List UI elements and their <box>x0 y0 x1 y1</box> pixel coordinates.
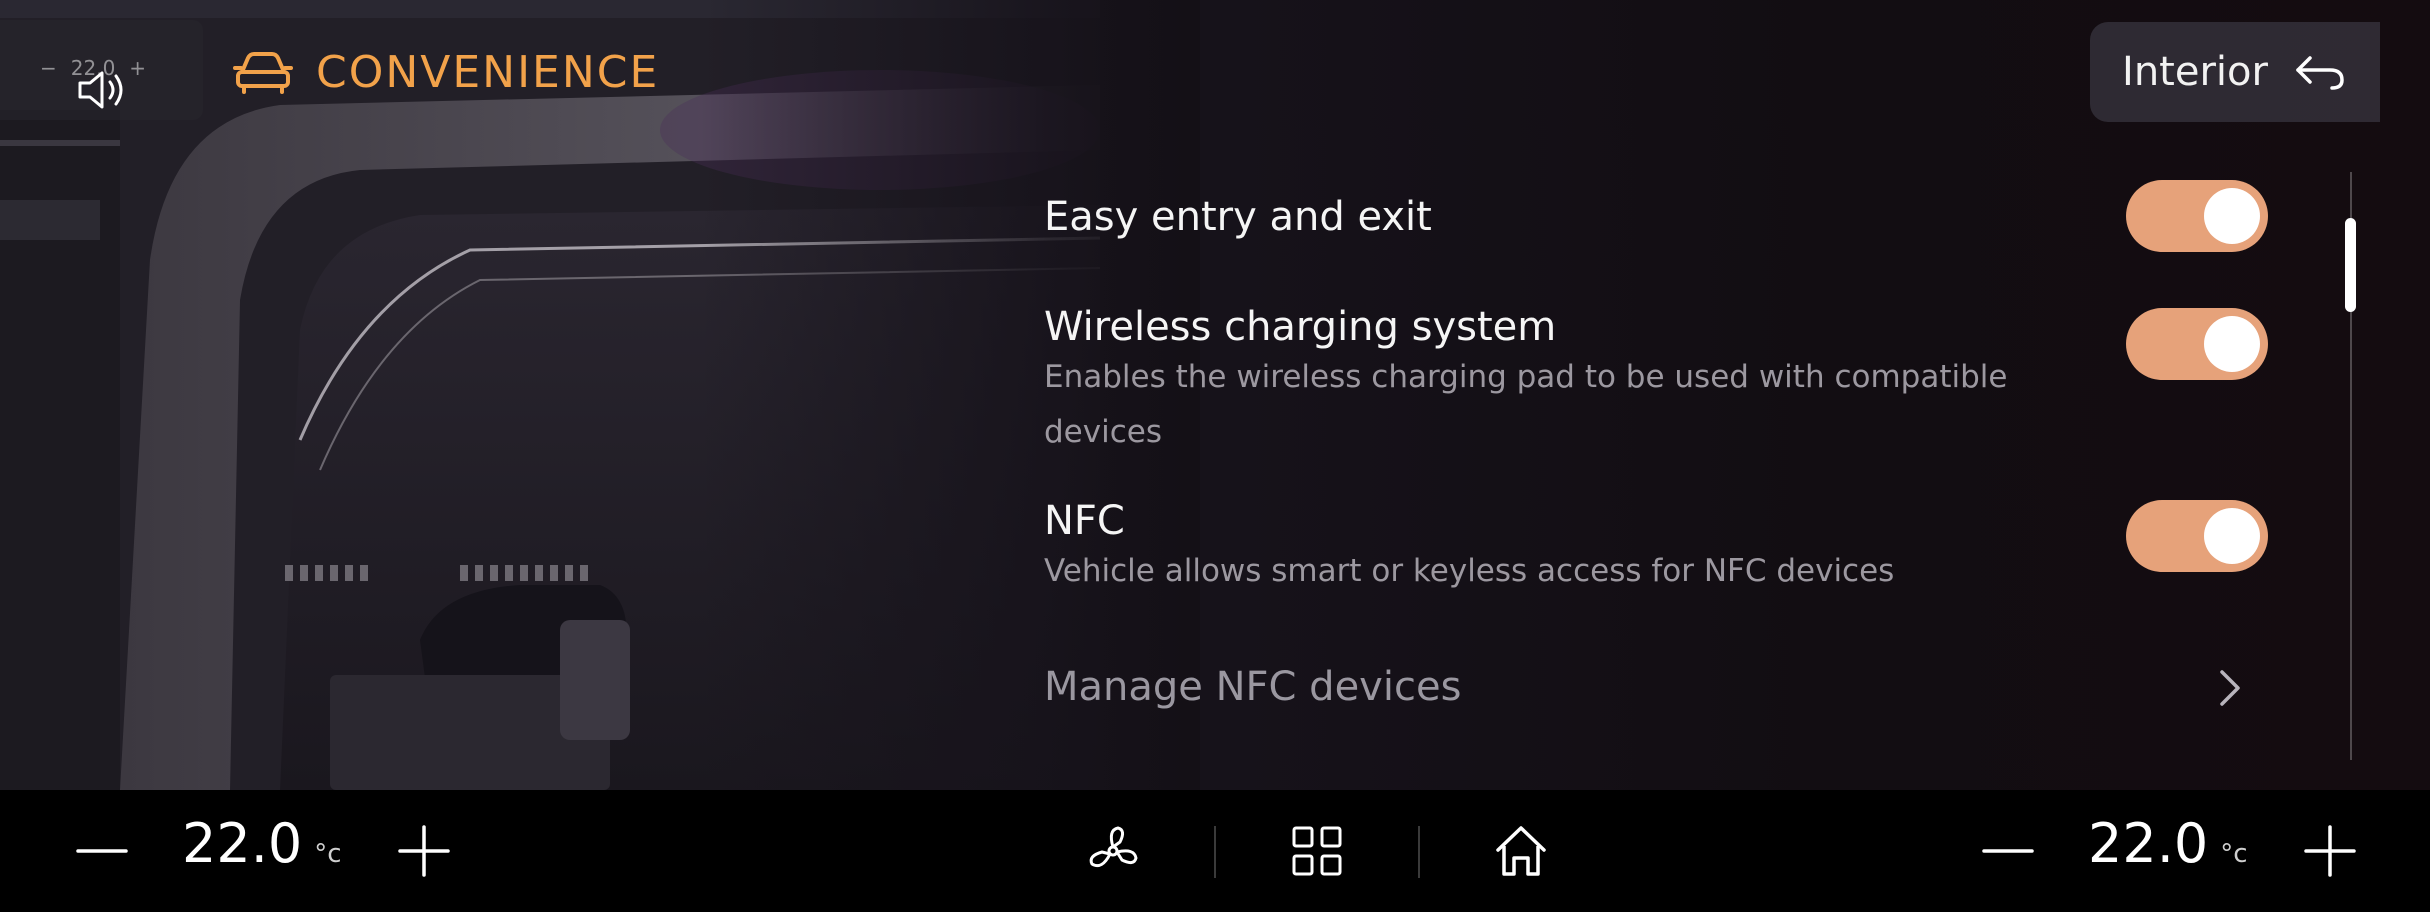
right-temp-unit: °c <box>2220 839 2248 869</box>
toggle-knob <box>2204 508 2260 564</box>
left-temp-unit: °c <box>314 839 342 869</box>
left-temp-value: 22.0 <box>182 812 303 875</box>
scrollbar-thumb[interactable] <box>2345 218 2356 312</box>
back-button-label: Interior <box>2122 49 2268 95</box>
wireless-charging-toggle[interactable] <box>2126 308 2268 380</box>
home-icon[interactable] <box>1490 820 1552 882</box>
setting-row-wireless-charging: Wireless charging system Enables the wir… <box>1044 304 2284 460</box>
nfc-toggle[interactable] <box>2126 500 2268 572</box>
car-icon <box>233 52 293 94</box>
back-to-interior-button[interactable]: Interior <box>2090 22 2380 122</box>
toggle-knob <box>2204 316 2260 372</box>
left-temp-decrease-button[interactable] <box>74 823 130 879</box>
right-temp-decrease-button[interactable] <box>1980 823 2036 879</box>
right-temperature: 22.0 °c <box>2088 812 2248 875</box>
easy-entry-toggle[interactable] <box>2126 180 2268 252</box>
setting-title: Wireless charging system <box>1044 304 1557 350</box>
chevron-right-icon <box>2220 670 2240 706</box>
page-title: CONVENIENCE <box>316 46 660 98</box>
left-temperature: 22.0 °c <box>182 812 342 875</box>
manage-nfc-devices-link[interactable]: Manage NFC devices <box>1044 664 2284 710</box>
setting-row-easy-entry: Easy entry and exit <box>1044 180 2284 252</box>
setting-description: Vehicle allows smart or keyless access f… <box>1044 553 1895 589</box>
main-screen: −22.0 + CONVENIENCE Interior Easy entry a… <box>0 0 2430 790</box>
setting-description: Enables the wireless charging pad to be … <box>1044 359 2008 450</box>
toggle-knob <box>2204 188 2260 244</box>
setting-title: Manage NFC devices <box>1044 664 1462 710</box>
bar-divider <box>1214 826 1216 878</box>
apps-grid-icon[interactable] <box>1286 820 1348 882</box>
setting-title: Easy entry and exit <box>1044 194 1432 240</box>
sound-icon[interactable] <box>72 65 132 115</box>
left-temp-increase-button[interactable] <box>396 823 452 879</box>
setting-title: NFC <box>1044 498 1125 544</box>
sound-tile[interactable]: −22.0 + <box>0 20 203 120</box>
page-header: CONVENIENCE <box>232 40 659 104</box>
fan-icon[interactable] <box>1082 820 1144 882</box>
right-temp-increase-button[interactable] <box>2302 823 2358 879</box>
climate-bar: 22.0 °c 22.0 °c <box>0 790 2430 912</box>
bar-divider <box>1418 826 1420 878</box>
setting-row-nfc: NFC Vehicle allows smart or keyless acce… <box>1044 498 2284 599</box>
right-temp-value: 22.0 <box>2088 812 2209 875</box>
back-arrow-icon <box>2296 56 2344 90</box>
